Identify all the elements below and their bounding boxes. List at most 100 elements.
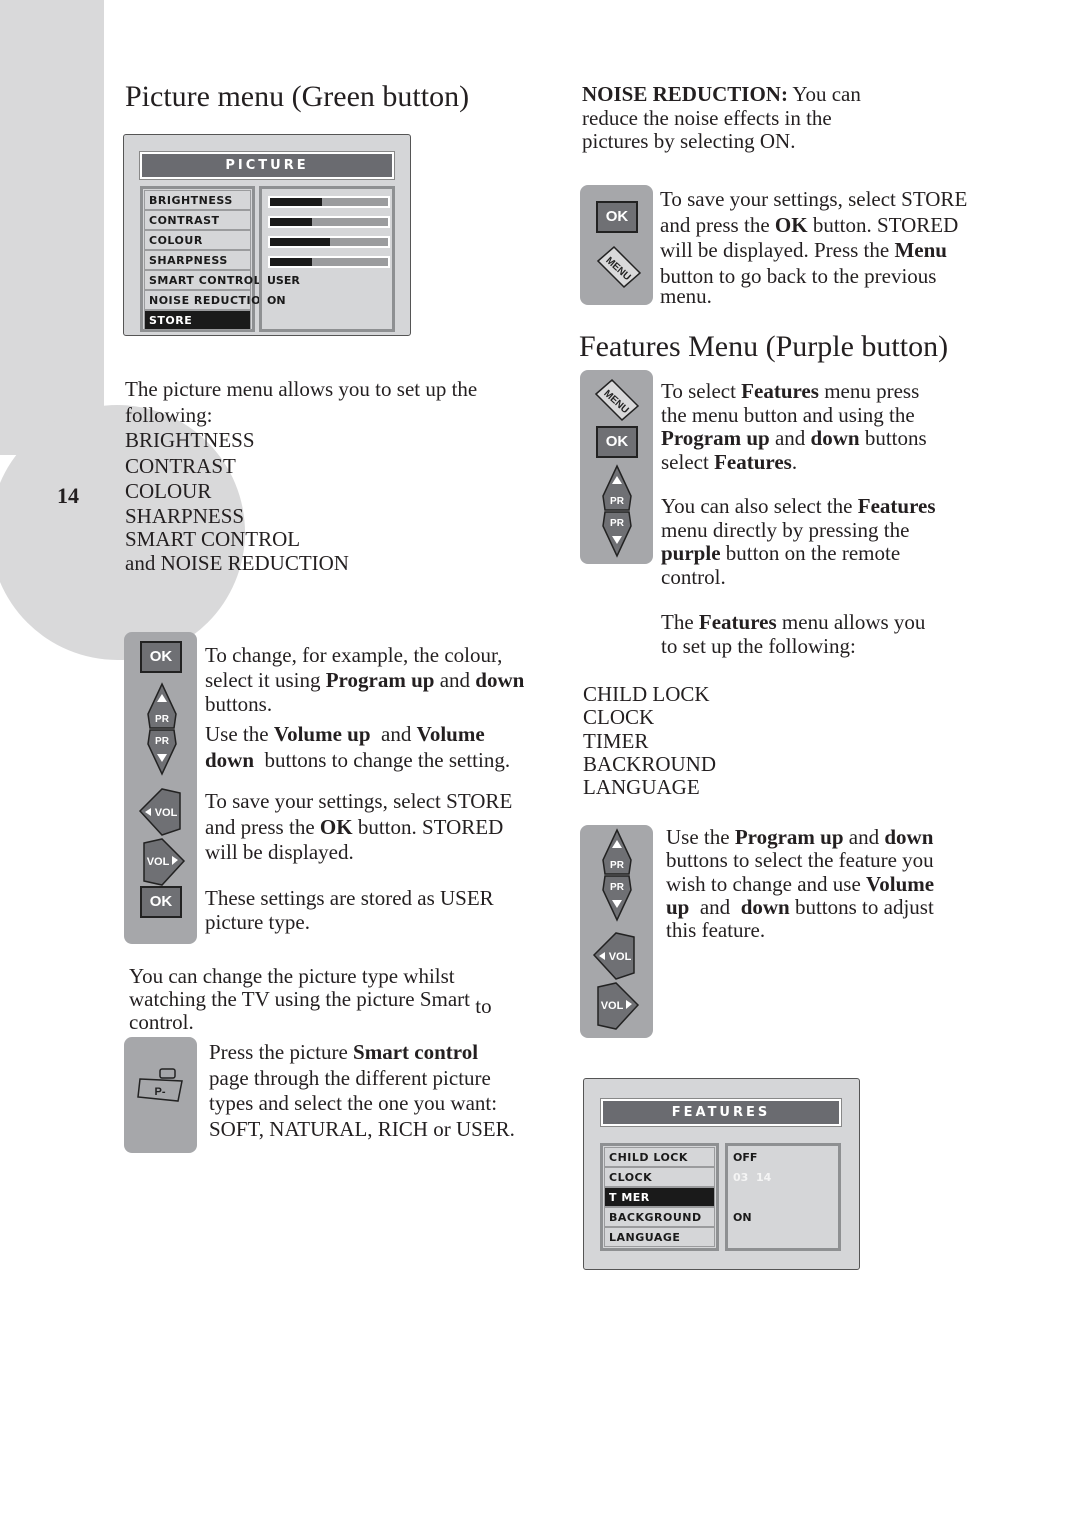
text-line: wish to change and use Volume [666,871,935,896]
features-allows-paragraph: The Features menu allows you to set up t… [661,610,926,658]
osd-item-language[interactable]: LANGUAGE [604,1227,715,1247]
select-features-paragraph: To select Features menu press the menu b… [661,379,927,474]
store-paragraph-left: To save your settings, select STORE and … [205,789,512,866]
language-value [728,1228,838,1248]
volume-paragraph: Use the Volume up and Volume down button… [205,721,510,773]
menu-button[interactable]: MENU [592,376,642,426]
intro-line: SMART CONTROL [125,527,301,551]
text-line: Press the picture Smart control [209,1040,479,1064]
picture-menu-heading: Picture menu (Green button) [125,80,470,113]
features-osd-labels: CHILD LOCK CLOCK T MER BACKGROUND LANGUA… [600,1143,719,1251]
ok-button-2[interactable]: OK [140,886,182,918]
text-line: to set up the following: [661,633,856,658]
osd-item-brightness[interactable]: BRIGHTNESS [144,190,251,210]
text-line: purple button on the remote [661,541,901,565]
sharpness-slider[interactable] [262,251,392,271]
change-colour-paragraph: To change, for example, the colour, sele… [205,643,524,717]
osd-item-child-lock[interactable]: CHILD LOCK [604,1147,715,1167]
p-minus-label: P- [155,1086,166,1098]
osd-item-smart-control[interactable]: SMART CONTROL [144,270,261,290]
page-number: 14 [57,483,79,508]
ok-button[interactable]: OK [140,641,182,673]
smart-button-panel: P- [124,1037,197,1153]
remote-buttons-panel-store: OK MENU [580,185,653,305]
features-osd-title: FEATURES [600,1098,842,1127]
adjust-feature-paragraph: Use the Program up and down buttons to s… [666,825,935,943]
intro-line: following: [125,402,213,427]
contrast-slider[interactable] [262,211,392,231]
pr-up-down-buttons[interactable]: PR PR [144,682,180,776]
text-line: and press the OK button. STORED [205,814,504,839]
store-paragraph-right: To save your settings, select STORE and … [660,187,967,310]
osd-item-noise-reduction[interactable]: NOISE REDUCTION [144,290,270,310]
vol-label: VOL [155,807,178,819]
text-line: buttons. [205,692,273,716]
feature-item: CHILD LOCK [583,682,710,706]
osd-item-background[interactable]: BACKGROUND [604,1207,715,1227]
timer-value [728,1188,838,1208]
picture-intro-text: The picture menu allows you to set up th… [125,377,477,576]
background-value: ON [733,1211,752,1224]
text-line: will be displayed. [205,840,354,864]
vol-buttons[interactable]: VOL VOL [138,787,186,887]
text-line: types and select the one you want: [209,1091,498,1115]
features-list: CHILD LOCK CLOCK TIMER BACKROUND LANGUAG… [583,682,717,800]
press-smart-paragraph: Press the picture Smart control page thr… [209,1040,515,1142]
intro-line: SHARPNESS [125,503,245,528]
feature-item: CLOCK [583,705,655,730]
slider-level-fill [270,198,322,206]
ok-button[interactable]: OK [596,426,638,458]
osd-item-contrast[interactable]: CONTRAST [144,210,251,230]
purple-button-paragraph: You can also select the Features menu di… [661,494,936,589]
colour-slider[interactable] [262,231,392,251]
osd-item-colour[interactable]: COLOUR [144,230,251,250]
text-line: this feature. [666,918,766,943]
text-line: To change, for example, the colour, [205,643,503,667]
intro-line: and NOISE REDUCTION [125,550,349,575]
pr-up-down-buttons[interactable]: PR PR [599,828,635,922]
pr-label: PR [610,518,625,529]
smart-control-paragraph: You can change the picture type whilst w… [129,965,492,1034]
pr-up-down-buttons[interactable]: PR PR [599,464,635,558]
text-line: These settings are stored as USER [205,886,494,910]
osd-item-clock[interactable]: CLOCK [604,1167,715,1187]
vol-buttons[interactable]: VOL VOL [592,931,640,1031]
text-line: To select Features menu press [661,379,920,403]
ok-button[interactable]: OK [596,201,638,233]
picture-osd-values: USER ON [259,186,395,332]
text-line: control. [129,1010,194,1034]
smart-key-icon [159,1068,176,1079]
slider-level-fill [270,258,313,266]
text-line: Use the Program up and down [666,825,934,849]
child-lock-value: OFF [733,1151,758,1164]
remote-buttons-panel-features: MENU OK PR PR [580,370,653,564]
text-line: menu directly by pressing the [661,517,910,542]
brightness-slider[interactable] [262,191,392,211]
picture-osd-labels: BRIGHTNESS CONTRAST COLOUR SHARPNESS SMA… [140,186,270,332]
text-line: control. [661,564,726,589]
features-osd-values: OFF 03 14 ON [725,1143,841,1251]
p-minus-button[interactable]: P- [136,1067,188,1109]
slider-level-fill [270,218,313,226]
feature-item: BACKROUND [583,751,717,776]
pr-label: PR [610,860,625,871]
noise-reduction-paragraph: NOISE REDUCTION: You can reduce the nois… [582,82,861,154]
osd-item-store[interactable]: STORE [144,310,251,330]
osd-item-sharpness[interactable]: SHARPNESS [144,250,251,270]
pr-label: PR [610,882,625,893]
osd-item-timer[interactable]: T MER [604,1187,715,1207]
text-line: page through the different picture [209,1065,491,1090]
features-menu-heading: Features Menu (Purple button) [579,330,949,363]
feature-item: LANGUAGE [583,775,700,800]
pr-label: PR [155,714,170,725]
text-line: select it using Program up and down [205,667,525,692]
intro-line: CONTRAST [125,453,236,478]
text-line: watching the TV using the picture Smart … [129,987,492,1018]
text-line: You can change the picture type whilst [129,964,455,988]
vol-label: VOL [609,951,632,963]
slider-level-fill [270,238,331,246]
picture-osd-menu: PICTURE BRIGHTNESS CONTRAST COLOUR SHARP… [123,134,411,336]
menu-button[interactable]: MENU [594,243,644,293]
text-line: The Features menu allows you [661,610,926,634]
text-line: pictures by selecting ON. [582,129,796,153]
